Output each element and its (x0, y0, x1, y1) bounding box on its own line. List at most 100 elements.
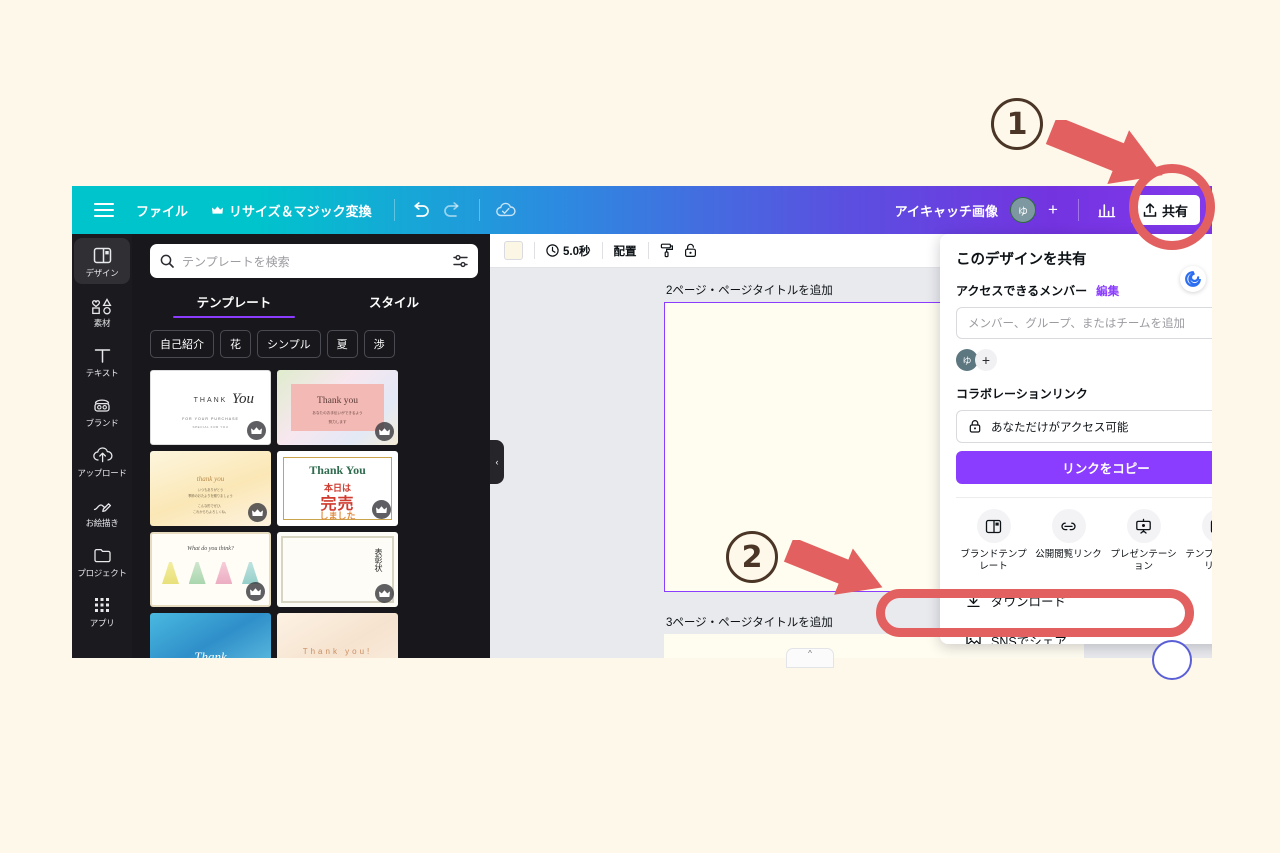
pro-crown-icon (246, 582, 265, 601)
sidebar-item-design[interactable]: デザイン (74, 238, 130, 284)
presentation-icon (1126, 509, 1161, 543)
app-header: ファイル リサイズ＆マジック変換 アイキャッチ画像 ゆ + 共有 (72, 186, 1212, 234)
hamburger-icon[interactable] (94, 203, 114, 217)
template-panel: テンプレートを検索 テンプレート スタイル 自己紹介 花 シンプル 夏 渉 TH… (132, 234, 490, 658)
template-thumbnail[interactable]: thank you いつもありがとう 季節のおたよりを贈りましょう こんな形でぜ… (150, 451, 271, 526)
member-search-input[interactable]: メンバー、グループ、またはチームを追加 (956, 307, 1212, 339)
sidebar-item-elements[interactable]: 素材 (74, 288, 130, 334)
timer-button[interactable]: 5.0秒 (546, 243, 591, 259)
toolbar-divider-1 (534, 242, 535, 259)
thumb-line-1: Thank you (317, 396, 358, 406)
sidebar-item-draw[interactable]: お絵描き (74, 488, 130, 534)
template-thumbnail[interactable]: Thank you! (277, 613, 398, 658)
resize-magic-label: リサイズ＆マジック変換 (229, 203, 372, 219)
thumb-line-1: thank you (196, 475, 225, 483)
redo-icon[interactable] (437, 194, 469, 226)
members-section-header: アクセスできるメンバー 編集 (956, 282, 1212, 299)
undo-icon[interactable] (405, 194, 437, 226)
template-thumbnail[interactable]: THANK You FOR YOUR PURCHASE SPECIAL FOR … (150, 370, 271, 445)
tab-templates[interactable]: テンプレート (154, 292, 314, 318)
template-thumbnail[interactable]: 表彰状 (277, 532, 398, 607)
copy-link-button[interactable]: リンクをコピー (956, 451, 1212, 484)
step-1-badge: 1 (991, 98, 1043, 150)
step-2-badge: 2 (726, 531, 778, 583)
share-panel: このデザインを共有 アクセスできるメンバー 編集 メンバー、グループ、またはチー… (940, 234, 1212, 644)
public-view-link-action[interactable]: 公開閲覧リンク (1031, 509, 1106, 573)
arrow-to-share (1045, 120, 1163, 185)
file-menu-label: ファイル (136, 203, 189, 219)
template-thumbnail[interactable]: Thank you あなたのお手伝いができるよう 努力します (277, 370, 398, 445)
template-tabs: テンプレート スタイル (150, 292, 478, 318)
filter-chip[interactable]: 渉 (363, 330, 395, 358)
design-icon (93, 245, 112, 265)
edit-members-link[interactable]: 編集 (1096, 283, 1119, 299)
cloud-check-icon[interactable] (490, 194, 522, 226)
analytics-icon[interactable] (1091, 194, 1123, 226)
sidebar-item-brand[interactable]: ブランド (74, 388, 130, 434)
resize-magic-button[interactable]: リサイズ＆マジック変換 (200, 195, 384, 226)
arrange-button[interactable]: 配置 (614, 243, 637, 259)
filter-chip[interactable]: 花 (220, 330, 251, 358)
lock-open-icon[interactable] (684, 243, 697, 258)
sidebar-item-label: プロジェクト (77, 568, 127, 578)
brand-template-label: ブランドテンプレート (960, 549, 1027, 572)
add-collaborator-button[interactable]: + (1040, 197, 1066, 223)
tab-styles[interactable]: スタイル (314, 292, 474, 318)
page-title[interactable]: 2ページ・ページタイトルを追加 (666, 282, 833, 298)
template-link-icon (1201, 509, 1212, 543)
highlight-ring-download (876, 589, 1194, 637)
spiral-logo-icon[interactable] (1180, 266, 1206, 292)
member-input-placeholder: メンバー、グループ、またはチームを追加 (968, 318, 1186, 330)
filter-chip[interactable]: 夏 (326, 330, 358, 358)
presentation-action[interactable]: プレゼンテーション (1106, 509, 1181, 573)
left-rail: デザイン 素材 テキスト ブランド アップロード お絵描き プロジェクト アプリ (72, 234, 132, 658)
template-thumbnail[interactable]: Thank You 本日は 完売 しました (277, 451, 398, 526)
assistant-widget[interactable] (1152, 640, 1192, 680)
page-title[interactable]: 3ページ・ページタイトルを追加 (666, 614, 833, 630)
thumb-dress-row (162, 562, 259, 584)
brand-template-icon (976, 509, 1011, 543)
file-menu-button[interactable]: ファイル (124, 195, 200, 226)
access-level-select[interactable]: あなただけがアクセス可能 (956, 410, 1212, 443)
canva-app-window: ファイル リサイズ＆マジック変換 アイキャッチ画像 ゆ + 共有 デザイン 素材… (72, 186, 1212, 658)
sidebar-item-upload[interactable]: アップロード (74, 438, 130, 484)
sidebar-item-apps[interactable]: アプリ (74, 588, 130, 634)
share-panel-divider (956, 497, 1212, 498)
filter-sliders-icon[interactable] (453, 254, 468, 268)
toolbar-divider-2 (601, 242, 603, 259)
page-nav-tab[interactable]: ^ (786, 648, 834, 668)
paint-roller-icon[interactable] (660, 243, 674, 258)
screenshot-root: ファイル リサイズ＆マジック変換 アイキャッチ画像 ゆ + 共有 デザイン 素材… (0, 0, 1280, 853)
upload-cloud-icon (92, 445, 113, 465)
members-label: アクセスできるメンバー (956, 284, 1088, 298)
filter-chip[interactable]: 自己紹介 (150, 330, 214, 358)
pro-crown-icon (375, 422, 394, 441)
thumb-line-3: FOR YOUR PURCHASE (182, 417, 239, 421)
template-link-action[interactable]: テンプレートのリンク (1181, 509, 1212, 573)
pro-crown-icon (375, 584, 394, 603)
page-color-swatch[interactable] (504, 241, 523, 260)
template-thumbnail[interactable]: Thank (150, 613, 271, 658)
pro-crown-icon (247, 421, 266, 440)
filter-chip[interactable]: シンプル (257, 330, 321, 358)
share-panel-title: このデザインを共有 (956, 252, 1087, 268)
thumb-line-1: Thank (194, 649, 227, 658)
search-placeholder: テンプレートを検索 (182, 254, 290, 269)
header-left-group: ファイル リサイズ＆マジック変換 (72, 194, 522, 226)
public-view-link-label: 公開閲覧リンク (1035, 549, 1102, 560)
avatar[interactable]: ゆ (1009, 197, 1036, 223)
add-person-button[interactable]: + (975, 349, 997, 371)
panel-collapse-toggle[interactable]: ‹ (490, 440, 504, 484)
sidebar-item-projects[interactable]: プロジェクト (74, 538, 130, 584)
access-level-value: あなただけがアクセス可能 (991, 421, 1129, 434)
presentation-label: プレゼンテーション (1110, 549, 1177, 572)
brand-template-action[interactable]: ブランドテンプレート (956, 509, 1031, 573)
arrow-to-download (783, 540, 883, 595)
template-thumbnail[interactable]: What do you think? (150, 532, 271, 607)
sidebar-item-text[interactable]: テキスト (74, 338, 130, 384)
projects-folder-icon (93, 545, 112, 565)
search-input[interactable]: テンプレートを検索 (150, 244, 478, 278)
sidebar-item-label: アップロード (77, 468, 127, 478)
search-icon (160, 254, 174, 268)
header-divider-3 (1077, 199, 1079, 221)
